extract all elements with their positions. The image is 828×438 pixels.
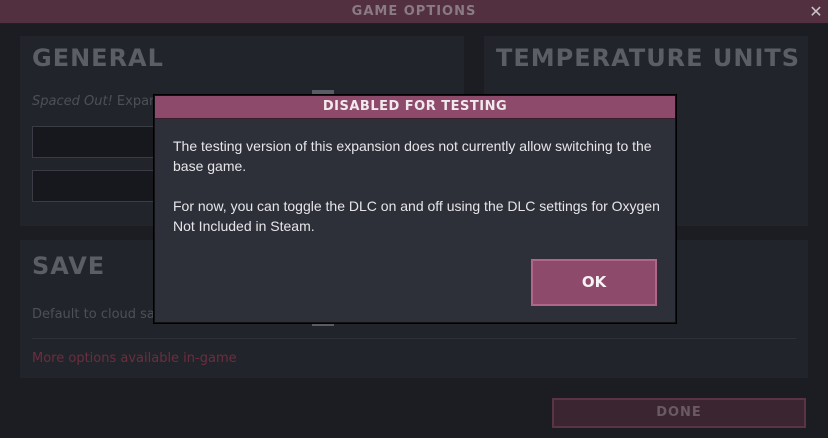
window-title: GAME OPTIONS — [351, 4, 477, 19]
temperature-heading: TEMPERATURE UNITS — [496, 44, 801, 72]
dlc-input-2[interactable] — [32, 170, 174, 202]
dlc-input-1[interactable] — [32, 126, 174, 158]
disabled-dialog: DISABLED FOR TESTING The testing version… — [154, 95, 676, 323]
dialog-paragraph-1: The testing version of this expansion do… — [173, 138, 652, 174]
save-divider — [32, 338, 796, 339]
cloud-save-label: Default to cloud sa — [32, 307, 155, 322]
close-icon[interactable]: ✕ — [806, 2, 826, 22]
done-button[interactable]: DONE — [552, 398, 806, 428]
dlc-label-rest: Expan — [112, 94, 158, 109]
window-titlebar: GAME OPTIONS ✕ — [0, 0, 828, 24]
dlc-label: Spaced Out! Expan — [32, 94, 157, 109]
dialog-body: The testing version of this expansion do… — [173, 136, 663, 256]
dialog-title: DISABLED FOR TESTING — [322, 99, 508, 114]
save-heading: SAVE — [32, 252, 106, 280]
general-heading: GENERAL — [32, 44, 164, 72]
dialog-header: DISABLED FOR TESTING — [155, 96, 675, 119]
more-options-link: More options available in-game — [32, 351, 237, 366]
dlc-label-italic: Spaced Out! — [32, 94, 113, 109]
dialog-paragraph-2: For now, you can toggle the DLC on and o… — [173, 198, 660, 234]
ok-button[interactable]: OK — [531, 259, 657, 306]
